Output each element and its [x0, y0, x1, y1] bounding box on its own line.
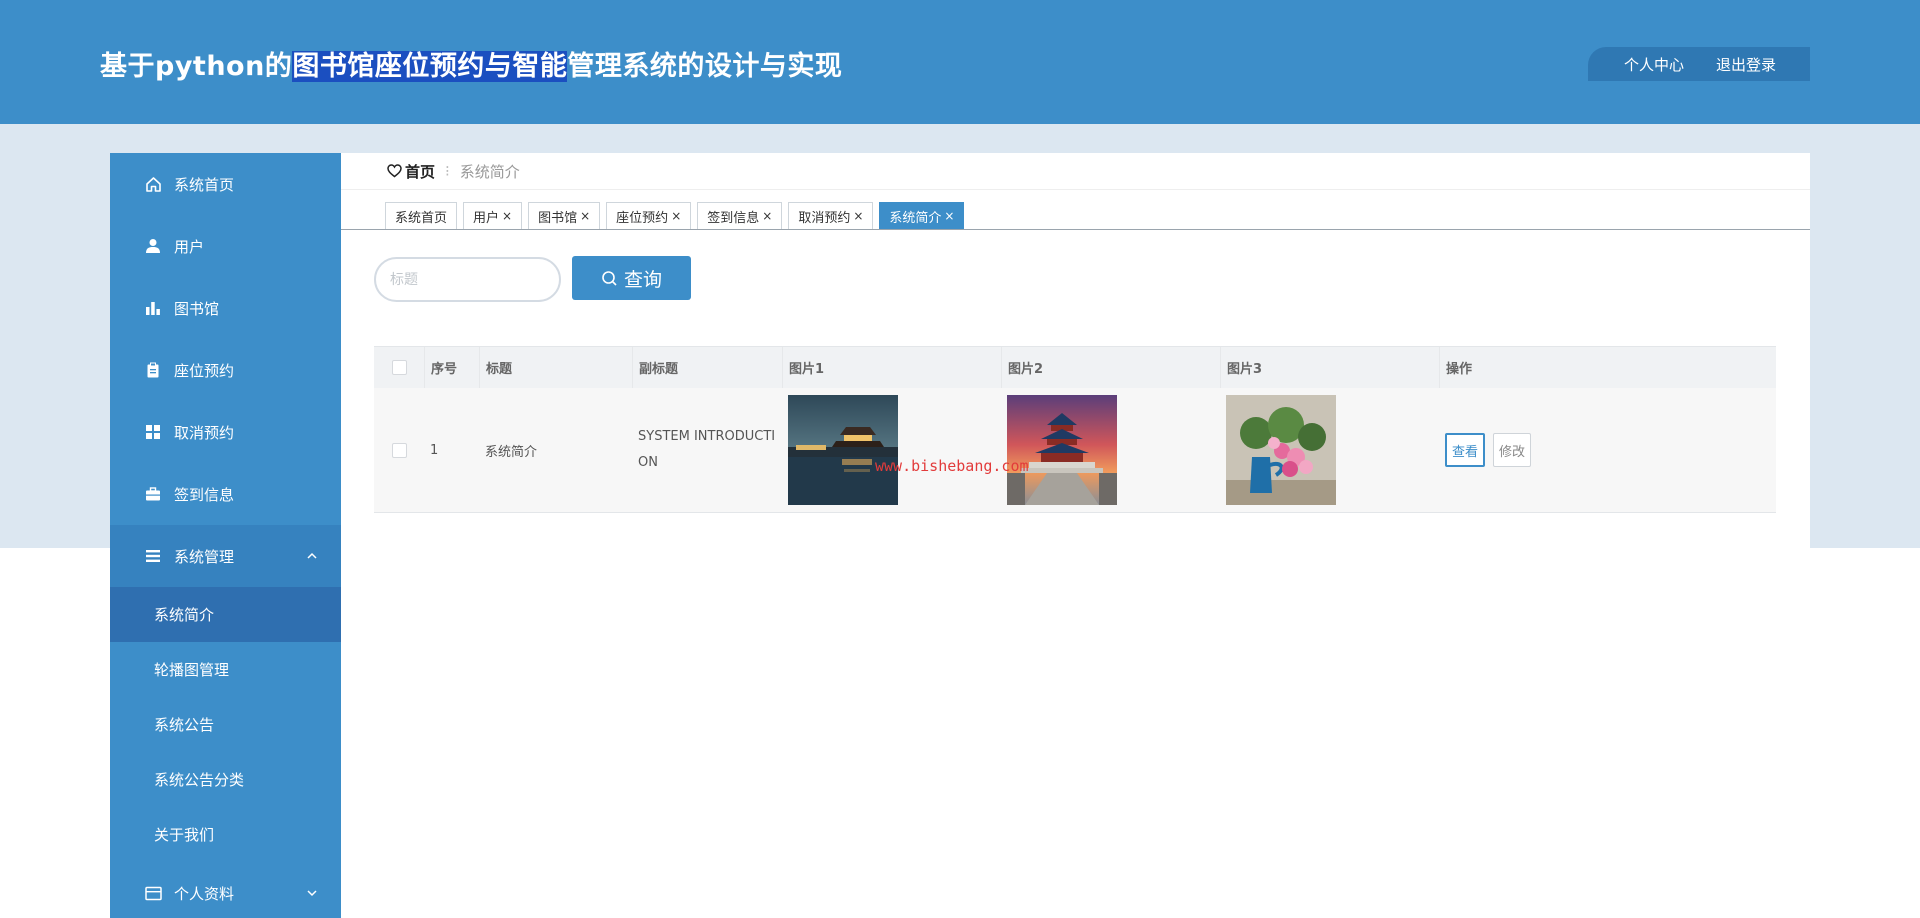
- top-header: 基于python的图书馆座位预约与智能管理系统的设计与实现 个人中心 退出登录: [0, 0, 1920, 124]
- tab-label: 图书馆: [538, 210, 578, 226]
- row-image-3-cell: [1220, 388, 1439, 512]
- close-icon[interactable]: ×: [671, 209, 681, 223]
- tab-home[interactable]: 系统首页: [385, 202, 458, 229]
- select-all-checkbox[interactable]: [391, 360, 407, 375]
- app-title-suffix: 管理系统的设计与实现: [567, 51, 843, 82]
- personal-center-link[interactable]: 个人中心: [1624, 54, 1684, 75]
- close-icon[interactable]: ×: [762, 209, 772, 223]
- tab-label: 座位预约: [616, 210, 669, 226]
- view-button[interactable]: 查看: [1445, 433, 1486, 467]
- row-image-1-cell: [782, 388, 1001, 512]
- sidebar-item-library[interactable]: 图书馆: [110, 277, 341, 339]
- grid-icon: [144, 423, 162, 441]
- table-row: 1 系统简介 SYSTEM INTRODUCTION 查看 修改: [374, 388, 1776, 513]
- column-header: 图片2: [1001, 347, 1220, 388]
- column-header: 标题: [479, 347, 632, 388]
- sidebar: 系统首页 用户 图书馆 座位预约 取消预约 签到信息 系统管理 系统简介 轮播图…: [110, 153, 341, 918]
- sidebar-item-seat-reservation[interactable]: 座位预约: [110, 339, 341, 401]
- search-icon: [602, 270, 617, 286]
- tab-library[interactable]: 图书馆 ×: [528, 202, 601, 229]
- tab-bar: 系统首页 用户 × 图书馆 × 座位预约 × 签到信息 × 取消预约 × 系统简介 ×: [341, 190, 1810, 230]
- sidebar-item-label: 系统首页: [174, 175, 235, 194]
- app-title: 基于python的图书馆座位预约与智能管理系统的设计与实现: [100, 44, 842, 83]
- tab-system-intro[interactable]: 系统简介 ×: [879, 202, 965, 229]
- row-title: 系统简介: [485, 444, 538, 460]
- pink-flowers-photo[interactable]: [1226, 395, 1336, 505]
- table-header: 序号 标题 副标题 图片1 图片2 图片3 操作: [374, 346, 1776, 388]
- column-header: 序号: [424, 347, 479, 388]
- heart-icon: [387, 164, 402, 178]
- column-header: 副标题: [632, 347, 782, 388]
- column-header: 图片1: [782, 347, 1001, 388]
- sidebar-item-label: 图书馆: [174, 299, 220, 318]
- breadcrumb-home-label: 首页: [405, 162, 436, 181]
- tab-checkin[interactable]: 签到信息 ×: [697, 202, 783, 229]
- search-button-label: 查询: [623, 268, 662, 291]
- row-image-2-cell: [1001, 388, 1220, 512]
- tab-seat-reservation[interactable]: 座位预约 ×: [606, 202, 692, 229]
- column-header: 图片3: [1220, 347, 1439, 388]
- app-title-highlight: 图书馆座位预约与智能: [292, 51, 568, 82]
- row-actions-cell: 查看 修改: [1439, 388, 1776, 512]
- breadcrumb-current: 系统简介: [459, 162, 520, 181]
- breadcrumb-separator: ⁝: [445, 162, 450, 180]
- close-icon[interactable]: ×: [853, 209, 863, 223]
- temple-of-heaven-photo[interactable]: [1007, 395, 1117, 505]
- sidebar-item-label: 用户: [174, 237, 205, 256]
- search-button[interactable]: 查询: [572, 256, 691, 300]
- breadcrumb: 首页 ⁝ 系统简介: [341, 153, 1810, 190]
- night-pavilion-photo[interactable]: [788, 395, 898, 505]
- row-checkbox[interactable]: [391, 442, 407, 458]
- list-icon: [144, 547, 162, 565]
- close-icon[interactable]: ×: [580, 209, 590, 223]
- sidebar-item-profile[interactable]: 个人资料: [110, 862, 341, 918]
- close-icon[interactable]: ×: [944, 209, 954, 223]
- tab-label: 签到信息: [707, 210, 760, 226]
- briefcase-icon: [144, 485, 162, 503]
- close-icon[interactable]: ×: [502, 209, 512, 223]
- clipboard-icon: [144, 361, 162, 379]
- header-links: 个人中心 退出登录: [1587, 47, 1810, 81]
- sidebar-item-label: 个人资料: [174, 884, 235, 903]
- tab-label: 取消预约: [798, 210, 851, 226]
- data-table: 序号 标题 副标题 图片1 图片2 图片3 操作 1 系统简介 SYSTEM I…: [374, 346, 1776, 513]
- title-search-input[interactable]: [374, 257, 561, 302]
- chevron-down-icon: [307, 890, 317, 897]
- sidebar-item-label: 座位预约: [174, 361, 235, 380]
- sidebar-item-home[interactable]: 系统首页: [110, 153, 341, 215]
- sidebar-sub-carousel[interactable]: 轮播图管理: [110, 642, 341, 697]
- home-icon: [144, 175, 162, 193]
- breadcrumb-home[interactable]: 首页: [387, 161, 435, 182]
- sidebar-group-label: 系统管理: [174, 547, 235, 566]
- tab-label: 系统简介: [889, 210, 942, 226]
- tab-user[interactable]: 用户 ×: [463, 202, 523, 229]
- sidebar-sub-system-intro[interactable]: 系统简介: [110, 587, 341, 642]
- column-header: 操作: [1439, 347, 1776, 388]
- sidebar-sub-announcement-categories[interactable]: 系统公告分类: [110, 752, 341, 807]
- user-icon: [144, 237, 162, 255]
- tab-cancel-reservation[interactable]: 取消预约 ×: [788, 202, 874, 229]
- row-select-cell: [374, 388, 424, 512]
- row-index: 1: [430, 442, 439, 458]
- tab-label: 系统首页: [395, 210, 448, 226]
- edit-button[interactable]: 修改: [1493, 433, 1532, 467]
- tab-label: 用户: [473, 210, 500, 226]
- bar-chart-icon: [144, 299, 162, 317]
- chevron-up-icon: [307, 552, 317, 559]
- sidebar-item-user[interactable]: 用户: [110, 215, 341, 277]
- sidebar-sub-announcements[interactable]: 系统公告: [110, 697, 341, 752]
- sidebar-item-checkin[interactable]: 签到信息: [110, 463, 341, 525]
- app-title-prefix: 基于python的: [100, 51, 293, 82]
- select-all-cell: [374, 347, 424, 388]
- sidebar-sub-about-us[interactable]: 关于我们: [110, 807, 341, 862]
- card-icon: [144, 884, 162, 902]
- logout-link[interactable]: 退出登录: [1716, 54, 1776, 75]
- sidebar-group-system-management[interactable]: 系统管理: [110, 525, 341, 587]
- main-panel: 首页 ⁝ 系统简介 系统首页 用户 × 图书馆 × 座位预约 × 签到信息 × 取消预约…: [341, 153, 1810, 548]
- row-subtitle: SYSTEM INTRODUCTION: [638, 429, 776, 470]
- sidebar-item-label: 签到信息: [174, 485, 235, 504]
- sidebar-item-cancel-reservation[interactable]: 取消预约: [110, 401, 341, 463]
- sidebar-item-label: 取消预约: [174, 423, 235, 442]
